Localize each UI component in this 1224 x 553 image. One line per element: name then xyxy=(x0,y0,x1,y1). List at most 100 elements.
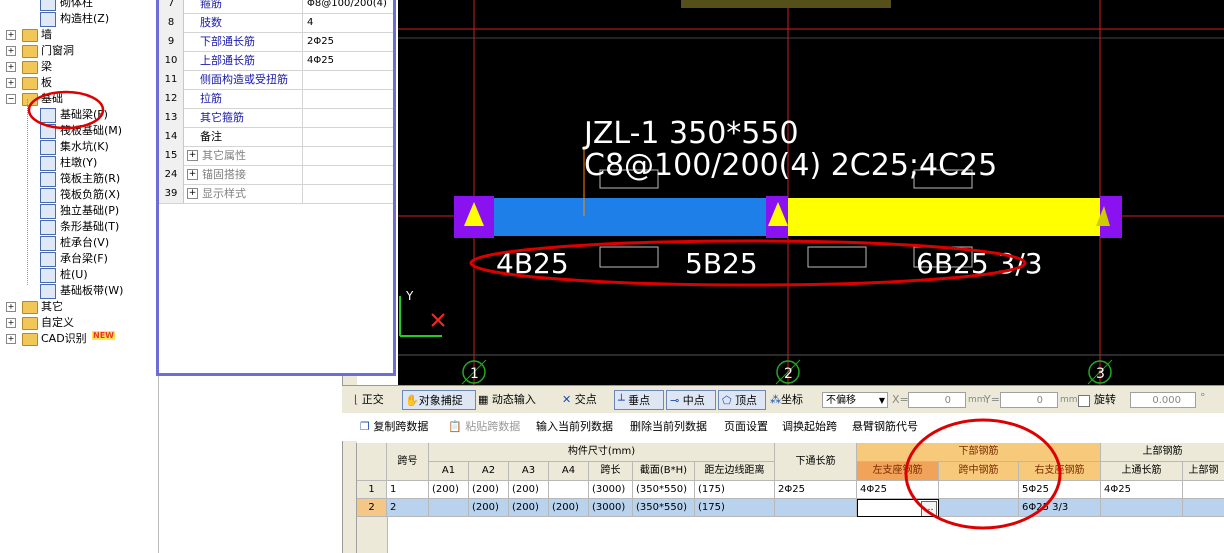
property-value[interactable]: 2Φ25 xyxy=(304,32,393,51)
property-row[interactable]: 9 下部通长筋 2Φ25 xyxy=(159,32,393,52)
snap-toolbar: ⌊ 正交 ✋对象捕捉 ▦ 动态输入 ✕ 交点 ┴ 垂点 ⊸ 中点 ⬠ 顶点 ⁂坐… xyxy=(342,385,1224,414)
expand-icon[interactable]: + xyxy=(187,169,198,180)
drawing-canvas[interactable]: JZL-1 350*550 C8@100/200(4) 2C25;4C25 4B… xyxy=(398,0,1224,385)
property-row[interactable]: 14 备注 xyxy=(159,127,393,147)
coordinate-button[interactable]: ⁂坐标 xyxy=(770,390,803,410)
property-row[interactable]: 10 上部通长筋 4Φ25 xyxy=(159,51,393,71)
perpendicular-button[interactable]: ┴ 垂点 xyxy=(614,390,664,410)
grid-cell[interactable] xyxy=(429,499,469,517)
y-input[interactable]: 0 xyxy=(1000,392,1058,408)
property-row-number: 14 xyxy=(159,127,184,146)
tree-item-label: 板 xyxy=(41,76,52,89)
delete-column-button[interactable]: 删除当前列数据 xyxy=(630,417,707,437)
grid-cell[interactable] xyxy=(1101,499,1183,517)
expand-icon[interactable]: + xyxy=(187,150,198,161)
property-value[interactable] xyxy=(304,89,393,108)
axis-number-3: 3 xyxy=(1096,366,1105,382)
property-name: 其它属性 xyxy=(184,146,303,165)
rotate-input[interactable]: 0.000 xyxy=(1130,392,1196,408)
input-column-button[interactable]: 输入当前列数据 xyxy=(536,417,613,437)
grid-cell[interactable]: (200) xyxy=(549,499,589,517)
beam-span-2[interactable] xyxy=(786,198,1102,236)
tree-item-label: 承台梁(F) xyxy=(60,252,108,265)
snap-icon: ✋ xyxy=(405,394,419,407)
property-row[interactable]: 11 侧面构造或受扭筋 xyxy=(159,70,393,90)
grid-cell[interactable] xyxy=(775,499,857,517)
property-row[interactable]: 15 其它属性 + xyxy=(159,146,393,166)
canvas-svg[interactable]: JZL-1 350*550 C8@100/200(4) 2C25;4C25 4B… xyxy=(398,0,1224,385)
expand-icon[interactable]: + xyxy=(6,30,16,40)
property-value[interactable] xyxy=(304,108,393,127)
property-row-number: 10 xyxy=(159,51,184,70)
property-row[interactable]: 24 锚固搭接 + xyxy=(159,165,393,185)
tree-item-label: 柱墩(Y) xyxy=(60,156,98,169)
property-row-number: 8 xyxy=(159,13,184,32)
property-value[interactable]: Φ8@100/200(4) xyxy=(304,0,393,13)
grid-cell[interactable] xyxy=(939,499,1019,517)
grid-cell[interactable]: (200) xyxy=(509,481,549,499)
paste-span-button[interactable]: 📋 粘贴跨数据 xyxy=(448,417,520,437)
property-value[interactable] xyxy=(304,127,393,146)
header-bottom-group: 下部钢筋 xyxy=(857,443,1101,462)
property-value[interactable] xyxy=(304,70,393,89)
property-value[interactable] xyxy=(304,184,393,203)
dynamic-input-button[interactable]: ▦ 动态输入 xyxy=(478,390,536,410)
property-row[interactable]: 8 肢数 4 xyxy=(159,13,393,33)
grid-cell[interactable] xyxy=(1183,499,1224,517)
grid-cell[interactable]: … xyxy=(857,499,939,517)
property-value[interactable] xyxy=(304,146,393,165)
page-setup-button[interactable]: 页面设置 xyxy=(724,417,768,437)
grid-cell[interactable]: 1 xyxy=(387,481,429,499)
grid-cell[interactable] xyxy=(939,481,1019,499)
grid-cell[interactable]: (200) xyxy=(429,481,469,499)
grid-cell[interactable]: (175) xyxy=(695,499,775,517)
vertex-button[interactable]: ⬠ 顶点 xyxy=(718,390,766,410)
grid-cell[interactable]: (200) xyxy=(509,499,549,517)
rotate-checkbox[interactable] xyxy=(1078,395,1090,407)
expand-icon[interactable]: + xyxy=(6,318,16,328)
copy-span-button[interactable]: ❐ 复制跨数据 xyxy=(360,417,428,437)
swap-start-button[interactable]: 调换起始跨 xyxy=(782,417,837,437)
midpoint-button[interactable]: ⊸ 中点 xyxy=(666,390,716,410)
grid-cell[interactable]: 5Φ25 xyxy=(1019,481,1101,499)
expand-icon[interactable]: + xyxy=(187,188,198,199)
snap-button[interactable]: ✋对象捕捉 xyxy=(402,390,476,410)
tree-item-label: 自定义 xyxy=(41,316,74,329)
cantilever-button[interactable]: 悬臂钢筋代号 xyxy=(852,417,918,437)
ellipsis-button[interactable]: … xyxy=(921,501,937,516)
grid-cell[interactable]: 4Φ25 xyxy=(1101,481,1183,499)
expand-icon[interactable]: + xyxy=(6,302,16,312)
expand-icon[interactable]: + xyxy=(6,46,16,56)
property-value[interactable]: 4Φ25 xyxy=(304,51,393,70)
grid-cell[interactable]: (175) xyxy=(695,481,775,499)
expand-icon[interactable]: + xyxy=(6,78,16,88)
grid-cell[interactable]: (200) xyxy=(469,481,509,499)
intersection-button[interactable]: ✕ 交点 xyxy=(562,390,597,410)
ortho-button[interactable]: ⌊ 正交 xyxy=(354,390,384,410)
grid-cell[interactable]: (200) xyxy=(469,499,509,517)
grid-cell[interactable]: 6Φ25 3/3 xyxy=(1019,499,1101,517)
offset-select[interactable]: 不偏移 ▼ xyxy=(822,392,888,408)
grid-cell[interactable]: (350*550) xyxy=(633,481,695,499)
property-row-number: 39 xyxy=(159,184,184,203)
beam-span-1[interactable] xyxy=(494,198,768,236)
x-input[interactable]: 0 xyxy=(908,392,966,408)
property-row[interactable]: 13 其它箍筋 xyxy=(159,108,393,128)
expand-icon[interactable]: + xyxy=(6,334,16,344)
property-value[interactable] xyxy=(304,165,393,184)
grid-cell[interactable]: (3000) xyxy=(589,499,633,517)
property-value[interactable]: 4 xyxy=(304,13,393,32)
grid-cell[interactable]: 4Φ25 xyxy=(857,481,939,499)
grid-cell[interactable]: (350*550) xyxy=(633,499,695,517)
grid-cell[interactable] xyxy=(1183,481,1224,499)
expand-icon[interactable]: + xyxy=(6,62,16,72)
property-row[interactable]: 39 显示样式 + xyxy=(159,184,393,204)
tree-item-label: 桩(U) xyxy=(60,268,88,281)
grid-cell[interactable]: (3000) xyxy=(589,481,633,499)
grid-cell[interactable]: 2Φ25 xyxy=(775,481,857,499)
grid-cell[interactable] xyxy=(549,481,589,499)
property-row[interactable]: 12 拉筋 xyxy=(159,89,393,109)
collapse-icon[interactable]: − xyxy=(6,94,16,104)
property-row[interactable]: 7 箍筋 Φ8@100/200(4) xyxy=(159,0,393,14)
grid-cell[interactable]: 2 xyxy=(387,499,429,517)
